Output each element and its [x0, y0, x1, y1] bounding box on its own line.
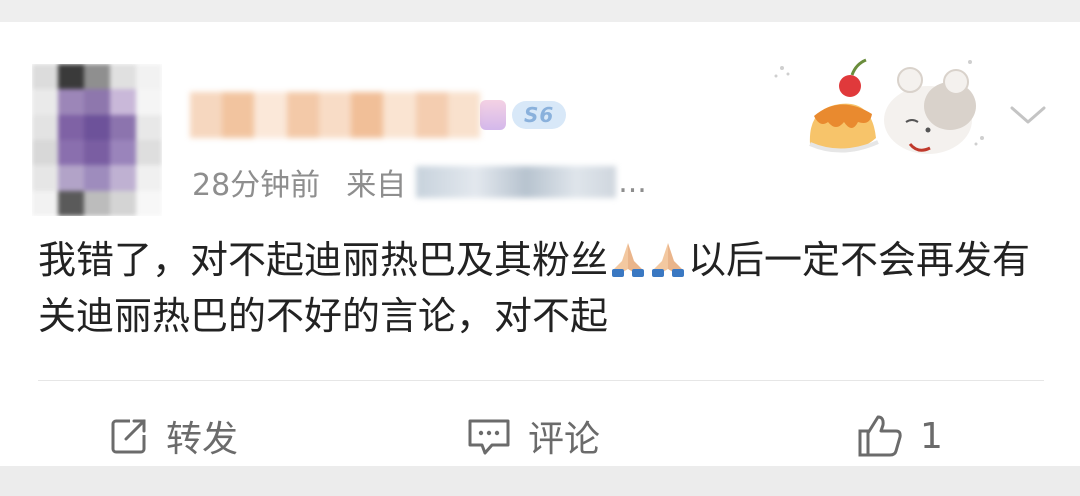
comment-bubble-icon	[468, 419, 510, 455]
like-count: 1	[920, 415, 943, 457]
comment-label: 评论	[528, 419, 601, 460]
source-prefix: 来自	[346, 168, 407, 203]
username-redacted[interactable]	[190, 92, 480, 138]
card-decoration-illustration	[774, 58, 984, 154]
chevron-down-icon[interactable]	[1006, 100, 1050, 130]
badge-cake-icon	[480, 100, 506, 130]
post-text-part-1: 我错了，对不起迪丽热巴及其粉丝	[38, 238, 609, 282]
avatar[interactable]	[32, 64, 162, 216]
folded-hands-emoji	[612, 243, 645, 277]
comment-button[interactable]: 评论	[466, 412, 600, 460]
feed-gap	[0, 466, 1080, 496]
post-meta: 28分钟前 来自 ...	[192, 162, 647, 204]
repost-label: 转发	[166, 419, 239, 460]
source-ellipsis: ...	[618, 164, 647, 200]
divider	[38, 380, 1044, 381]
thumbs-up-icon	[858, 415, 902, 457]
post-card: S6 28分钟前 来自 ... 我错了，对不起迪丽热巴及其粉丝 以后一定不会再发…	[0, 22, 1080, 466]
like-button[interactable]: 1	[856, 412, 943, 460]
post-text: 我错了，对不起迪丽热巴及其粉丝 以后一定不会再发有关迪丽热巴的不好的言论，对不起	[38, 232, 1048, 344]
post-time: 28分钟前	[192, 168, 321, 203]
badge-level: S6	[512, 101, 567, 129]
source-redacted[interactable]	[416, 166, 617, 198]
member-badge[interactable]: S6	[480, 96, 590, 134]
avatar-pixelated-image	[32, 64, 162, 216]
repost-button[interactable]: 转发	[108, 412, 238, 460]
share-edit-icon	[111, 419, 146, 454]
folded-hands-emoji	[652, 243, 685, 277]
